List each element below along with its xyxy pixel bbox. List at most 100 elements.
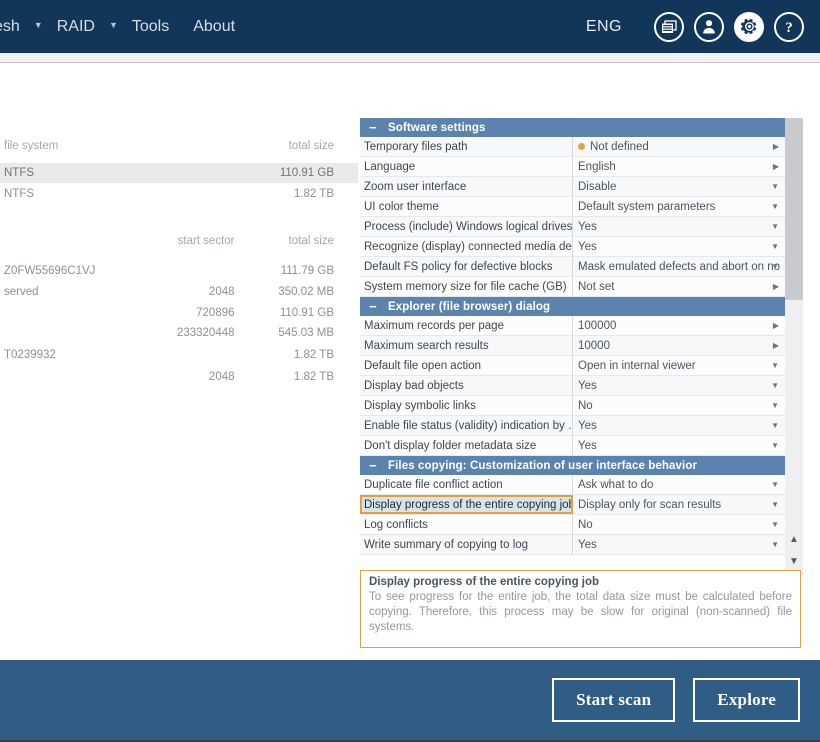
settings-group-header[interactable]: − Software settings	[360, 118, 785, 137]
start-scan-button[interactable]: Start scan	[552, 678, 676, 722]
collapse-minus-icon[interactable]: −	[366, 458, 380, 473]
expand-right-arrow-icon[interactable]: ▶	[773, 142, 779, 151]
setting-value[interactable]: No ▼	[573, 515, 785, 534]
setting-label[interactable]: Duplicate file conflict action	[360, 475, 573, 494]
setting-label[interactable]: Zoom user interface	[360, 177, 573, 196]
dropdown-arrow-icon[interactable]: ▼	[771, 401, 779, 410]
menu-item-about[interactable]: About	[181, 18, 247, 36]
settings-row[interactable]: Duplicate file conflict action Ask what t…	[360, 475, 785, 495]
settings-scrollbar[interactable]: ▲ ▼	[785, 118, 803, 575]
setting-label[interactable]: Language	[360, 157, 573, 176]
setting-label[interactable]: UI color theme	[360, 197, 573, 216]
menu-item-raid[interactable]: RAID	[45, 18, 107, 36]
dropdown-arrow-icon[interactable]: ▼	[771, 421, 779, 430]
settings-row[interactable]: Write summary of copying to log Yes ▼	[360, 535, 785, 555]
settings-row[interactable]: Language English ▶	[360, 157, 785, 177]
table-row[interactable]: 2048 1.82 TB	[0, 367, 358, 387]
table-row[interactable]: 233320448 545.03 MB	[0, 323, 358, 343]
settings-row[interactable]: Display symbolic links No ▼	[360, 396, 785, 416]
menu-item-refresh[interactable]: esh	[0, 18, 32, 36]
settings-row[interactable]: UI color theme Default system parameters ▼	[360, 197, 785, 217]
dropdown-arrow-icon[interactable]: ▼	[771, 202, 779, 211]
table-row[interactable]: T0239932 1.82 TB	[0, 345, 358, 365]
dropdown-arrow-icon[interactable]: ▼	[771, 262, 779, 271]
settings-row[interactable]: Maximum records per page 100000 ▶	[360, 316, 785, 336]
setting-label[interactable]: Default file open action	[360, 356, 573, 375]
setting-value[interactable]: 100000 ▶	[573, 316, 785, 335]
table-row[interactable]: served 2048 350.02 MB	[0, 282, 358, 302]
setting-value[interactable]: Not defined ▶	[573, 137, 785, 156]
table-row[interactable]: NTFS 1.82 TB	[0, 184, 358, 204]
setting-label[interactable]: Temporary files path	[360, 137, 573, 156]
expand-right-arrow-icon[interactable]: ▶	[773, 321, 779, 330]
expand-right-arrow-icon[interactable]: ▶	[773, 162, 779, 171]
explore-button[interactable]: Explore	[693, 678, 800, 722]
settings-row[interactable]: Don't display folder metadata size Yes ▼	[360, 436, 785, 456]
settings-row[interactable]: Enable file status (validity) indication…	[360, 416, 785, 436]
setting-value[interactable]: Yes ▼	[573, 436, 785, 455]
dropdown-arrow-icon[interactable]: ▼	[771, 182, 779, 191]
settings-group-header[interactable]: − Explorer (file browser) dialog	[360, 297, 785, 316]
gear-settings-icon[interactable]	[734, 11, 764, 42]
settings-scrollbar-thumb[interactable]	[785, 118, 803, 300]
setting-value[interactable]: Yes ▼	[573, 535, 785, 554]
dropdown-arrow-icon[interactable]: ▼	[771, 520, 779, 529]
dropdown-arrow-icon[interactable]: ▼	[771, 242, 779, 251]
settings-row[interactable]: Maximum search results 10000 ▶	[360, 336, 785, 356]
chevron-down-icon[interactable]: ▼	[107, 21, 120, 30]
dropdown-arrow-icon[interactable]: ▼	[771, 540, 779, 549]
setting-label[interactable]: Write summary of copying to log	[360, 535, 573, 554]
table-row[interactable]: NTFS 110.91 GB	[0, 163, 358, 183]
expand-right-arrow-icon[interactable]: ▶	[773, 282, 779, 291]
setting-value[interactable]: Mask emulated defects and abort on no ▼	[573, 257, 785, 276]
setting-value[interactable]: 10000 ▶	[573, 336, 785, 355]
setting-label[interactable]: Maximum search results	[360, 336, 573, 355]
dropdown-arrow-icon[interactable]: ▼	[771, 500, 779, 509]
settings-row[interactable]: Display bad objects Yes ▼	[360, 376, 785, 396]
setting-label[interactable]: Display bad objects	[360, 376, 573, 395]
settings-row[interactable]: Recognize (display) connected media de… Y…	[360, 237, 785, 257]
setting-value[interactable]: Yes ▼	[573, 217, 785, 236]
language-indicator[interactable]: ENG	[586, 18, 622, 36]
menu-item-tools[interactable]: Tools	[120, 18, 181, 36]
settings-row[interactable]: Process (include) Windows logical drives…	[360, 217, 785, 237]
setting-value[interactable]: English ▶	[573, 157, 785, 176]
scroll-down-arrow-icon[interactable]: ▼	[785, 551, 803, 571]
table-row[interactable]: Z0FW55696C1VJ 111.79 GB	[0, 261, 358, 281]
expand-right-arrow-icon[interactable]: ▶	[773, 341, 779, 350]
setting-label[interactable]: Log conflicts	[360, 515, 573, 534]
setting-label[interactable]: System memory size for file cache (GB)	[360, 277, 573, 296]
setting-value[interactable]: Not set ▶	[573, 277, 785, 296]
settings-group-header[interactable]: − Files copying: Customization of user in…	[360, 456, 785, 475]
settings-row[interactable]: Display progress of the entire copying j…	[360, 495, 785, 515]
dropdown-arrow-icon[interactable]: ▼	[771, 480, 779, 489]
table-row[interactable]: 720896 110.91 GB	[0, 303, 358, 323]
setting-label[interactable]: Display symbolic links	[360, 396, 573, 415]
settings-row[interactable]: Zoom user interface Disable ▼	[360, 177, 785, 197]
settings-row[interactable]: Log conflicts No ▼	[360, 515, 785, 535]
setting-label[interactable]: Maximum records per page	[360, 316, 573, 335]
setting-label[interactable]: Default FS policy for defective blocks	[360, 257, 573, 276]
dropdown-arrow-icon[interactable]: ▼	[771, 381, 779, 390]
collapse-minus-icon[interactable]: −	[366, 299, 380, 314]
setting-label[interactable]: Display progress of the entire copying j…	[360, 495, 573, 514]
dropdown-arrow-icon[interactable]: ▼	[771, 441, 779, 450]
dropdown-arrow-icon[interactable]: ▼	[771, 222, 779, 231]
user-account-icon[interactable]	[694, 11, 724, 42]
setting-value[interactable]: Yes ▼	[573, 416, 785, 435]
setting-label[interactable]: Recognize (display) connected media de…	[360, 237, 573, 256]
setting-value[interactable]: Default system parameters ▼	[573, 197, 785, 216]
setting-value[interactable]: Open in internal viewer ▼	[573, 356, 785, 375]
help-question-icon[interactable]: ?	[774, 11, 804, 42]
scroll-up-arrow-icon[interactable]: ▲	[785, 529, 803, 549]
setting-value[interactable]: Disable ▼	[573, 177, 785, 196]
setting-value[interactable]: Yes ▼	[573, 237, 785, 256]
dropdown-arrow-icon[interactable]: ▼	[771, 361, 779, 370]
setting-value[interactable]: No ▼	[573, 396, 785, 415]
settings-row[interactable]: Temporary files path Not defined ▶	[360, 137, 785, 157]
chevron-down-icon[interactable]: ▼	[32, 21, 45, 30]
settings-row[interactable]: Default FS policy for defective blocks Ma…	[360, 257, 785, 277]
setting-label[interactable]: Process (include) Windows logical drives	[360, 217, 573, 236]
setting-label[interactable]: Enable file status (validity) indication…	[360, 416, 573, 435]
setting-value[interactable]: Display only for scan results ▼	[573, 495, 785, 514]
